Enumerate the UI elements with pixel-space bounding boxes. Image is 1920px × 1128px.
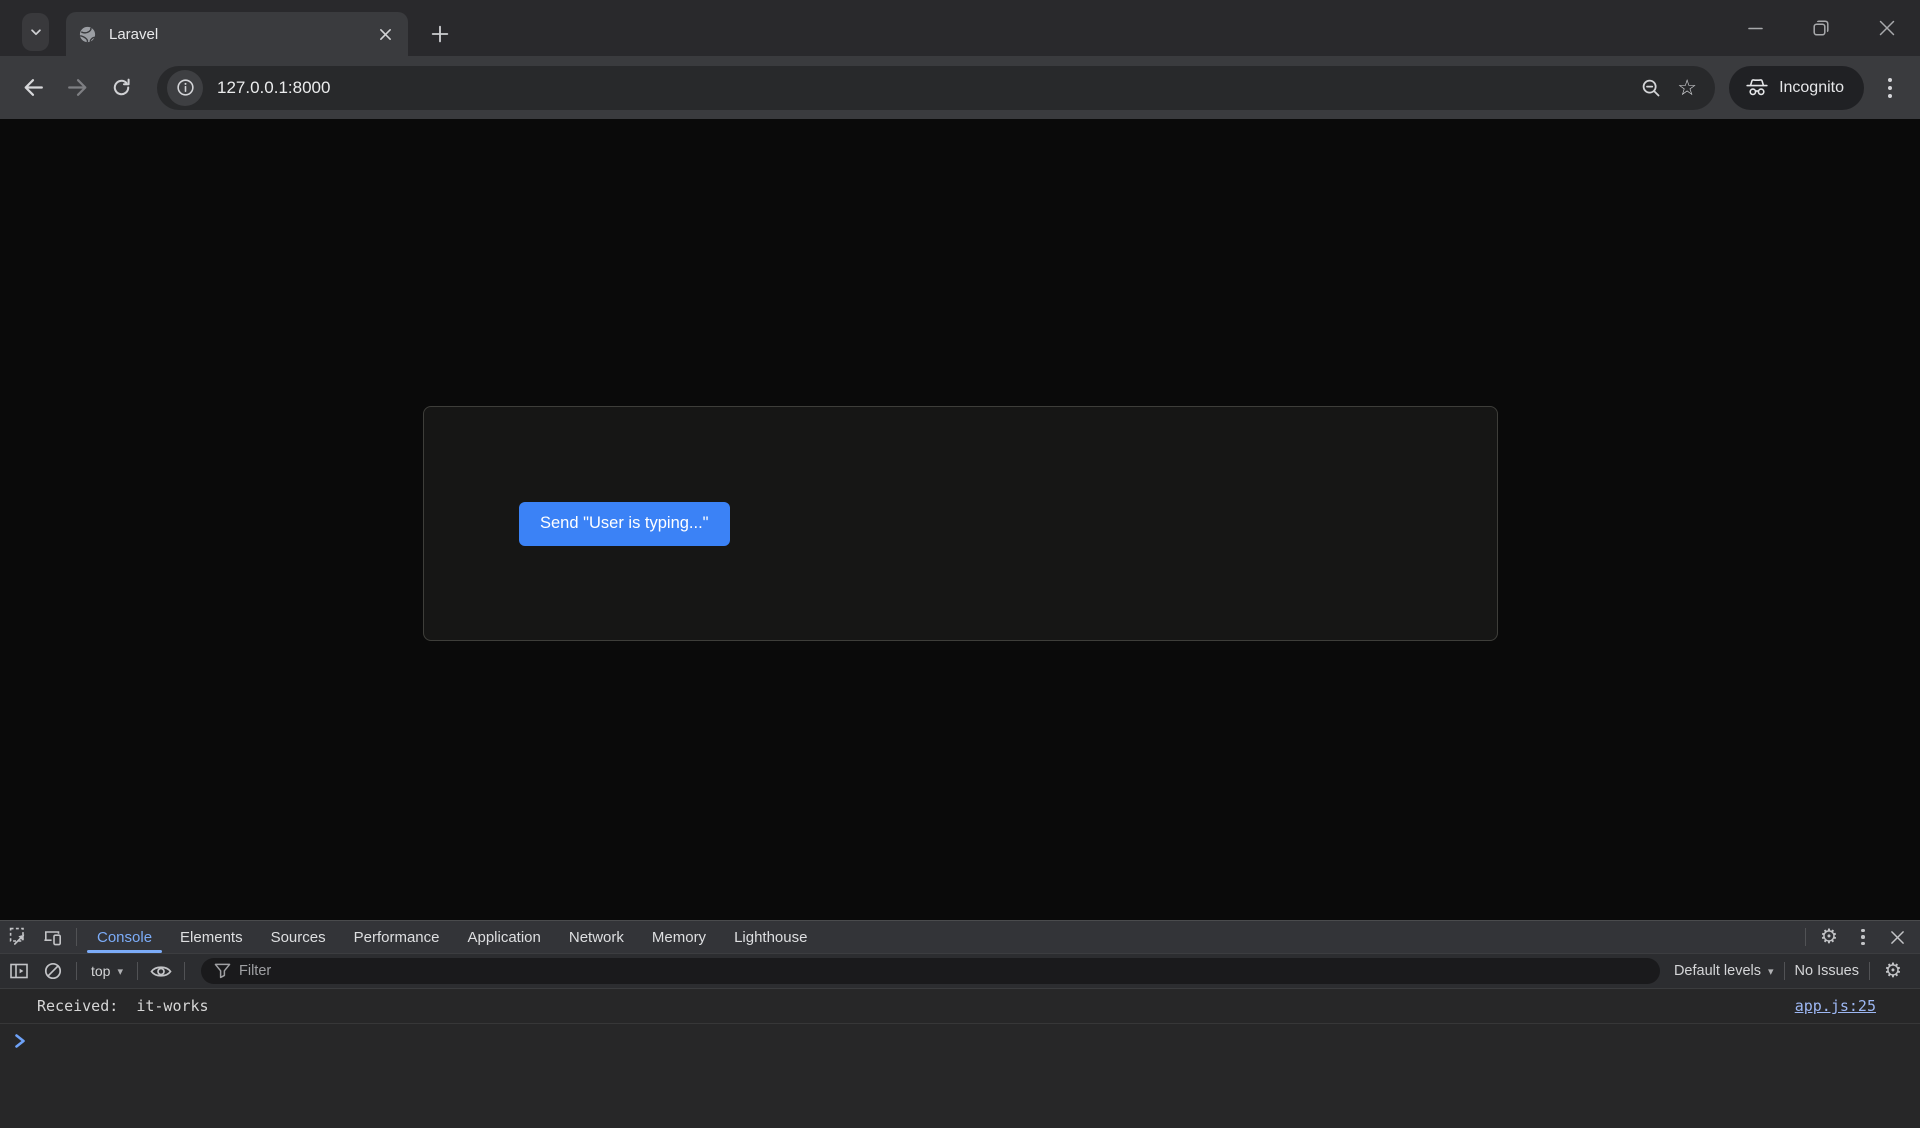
divider: [184, 962, 185, 980]
incognito-badge: Incognito: [1729, 65, 1864, 110]
divider: [1869, 962, 1870, 980]
devtools-tab-sources[interactable]: Sources: [257, 921, 340, 953]
window-controls: [1722, 0, 1920, 56]
tab-search-button[interactable]: [22, 13, 49, 51]
device-toolbar-button[interactable]: [36, 921, 70, 953]
console-sidebar-button[interactable]: [2, 961, 36, 981]
close-icon: [1879, 20, 1895, 36]
send-typing-button-label: Send "User is typing...": [540, 514, 709, 532]
chevron-down-icon: ▾: [117, 965, 123, 978]
devtools-tab-performance[interactable]: Performance: [340, 921, 454, 953]
log-levels-selector[interactable]: Default levels ▾: [1670, 963, 1778, 979]
devtools-menu-button[interactable]: [1846, 921, 1880, 953]
filter-funnel-icon: [214, 963, 231, 979]
devtools-tab-application[interactable]: Application: [453, 921, 554, 953]
zoom-out-icon: [1642, 79, 1660, 96]
forward-button[interactable]: [55, 66, 99, 110]
page-viewport: Send "User is typing...": [0, 119, 1920, 920]
console-toolbar: top ▾ Default levels ▾ No Issues: [0, 954, 1920, 989]
browser-tab-laravel[interactable]: Laravel: [66, 12, 408, 56]
info-icon: [176, 79, 194, 96]
eye-icon: [150, 965, 172, 977]
window-close-button[interactable]: [1854, 0, 1920, 56]
devtools-settings-button[interactable]: ⚙: [1812, 921, 1846, 953]
javascript-context-selector[interactable]: top ▾: [83, 963, 131, 979]
devtools-tab-lighthouse[interactable]: Lighthouse: [720, 921, 821, 953]
send-typing-button[interactable]: Send "User is typing...": [519, 501, 730, 546]
plus-icon: [431, 25, 449, 43]
reload-icon: [113, 78, 130, 96]
console-prompt[interactable]: [0, 1024, 1920, 1058]
window-minimize-button[interactable]: [1722, 0, 1788, 56]
console-log-entry: Received: it-works app.js:25: [0, 989, 1920, 1024]
back-button[interactable]: [11, 66, 55, 110]
content-card: Send "User is typing...": [423, 406, 1498, 641]
star-icon: ☆: [1677, 74, 1697, 100]
restore-icon: [1813, 20, 1829, 36]
console-source-link[interactable]: app.js:25: [1795, 997, 1876, 1015]
devtools-panel: Console Elements Sources Performance App…: [0, 920, 1920, 1128]
close-icon: [1890, 930, 1904, 944]
filter-input[interactable]: [201, 958, 1660, 984]
kebab-menu-icon: [1888, 77, 1892, 98]
live-expression-button[interactable]: [144, 963, 178, 980]
browser-menu-button[interactable]: [1870, 68, 1910, 108]
forward-arrow-icon: [67, 79, 86, 96]
incognito-label: Incognito: [1779, 78, 1844, 96]
devtools-tab-console[interactable]: Console: [83, 921, 166, 953]
url-text: 127.0.0.1:8000: [217, 77, 331, 97]
bookmark-star-button[interactable]: ☆: [1669, 70, 1705, 106]
devtools-tab-elements[interactable]: Elements: [166, 921, 257, 953]
divider: [76, 928, 77, 946]
zoom-indicator-button[interactable]: [1633, 70, 1669, 106]
kebab-menu-icon: [1861, 928, 1865, 946]
inspect-cursor-icon: [9, 927, 25, 945]
reload-button[interactable]: [99, 66, 143, 110]
gear-icon: ⚙: [1884, 960, 1902, 982]
device-toolbar-icon: [44, 931, 61, 946]
clear-console-button[interactable]: [36, 961, 70, 981]
navigation-toolbar: 127.0.0.1:8000 ☆ Incognito: [0, 56, 1920, 119]
close-icon: [379, 28, 391, 40]
divider: [137, 962, 138, 980]
tab-close-button[interactable]: [374, 23, 396, 45]
back-arrow-icon: [24, 79, 43, 96]
console-settings-button[interactable]: ⚙: [1876, 961, 1910, 981]
site-info-button[interactable]: [167, 69, 203, 106]
tab-title: Laravel: [109, 25, 159, 43]
console-message-text: Received: it-works: [37, 997, 209, 1015]
titlebar: Laravel: [0, 0, 1920, 56]
chevron-down-icon: ▾: [1767, 965, 1774, 978]
omnibox-address-bar[interactable]: 127.0.0.1:8000 ☆: [157, 65, 1716, 110]
divider: [76, 962, 77, 980]
incognito-icon: [1746, 79, 1768, 96]
window-restore-button[interactable]: [1788, 0, 1854, 56]
inspect-element-button[interactable]: [2, 921, 36, 953]
divider: [1783, 962, 1785, 980]
gear-icon: ⚙: [1820, 926, 1838, 948]
devtools-tab-bar: Console Elements Sources Performance App…: [0, 921, 1920, 954]
prompt-chevron-icon: [15, 1034, 25, 1048]
devtools-tab-network[interactable]: Network: [555, 921, 638, 953]
devtools-tab-memory[interactable]: Memory: [638, 921, 720, 953]
minimize-icon: [1747, 27, 1763, 29]
devtools-close-button[interactable]: [1880, 921, 1914, 953]
ban-icon: [44, 962, 62, 980]
chevron-down-icon: [29, 25, 43, 39]
issues-status[interactable]: No Issues: [1791, 963, 1863, 979]
divider: [1805, 928, 1806, 946]
new-tab-button[interactable]: [424, 18, 456, 50]
console-filter: [201, 958, 1660, 984]
globe-favicon-icon: [78, 25, 97, 44]
console-sidebar-icon: [10, 963, 28, 979]
